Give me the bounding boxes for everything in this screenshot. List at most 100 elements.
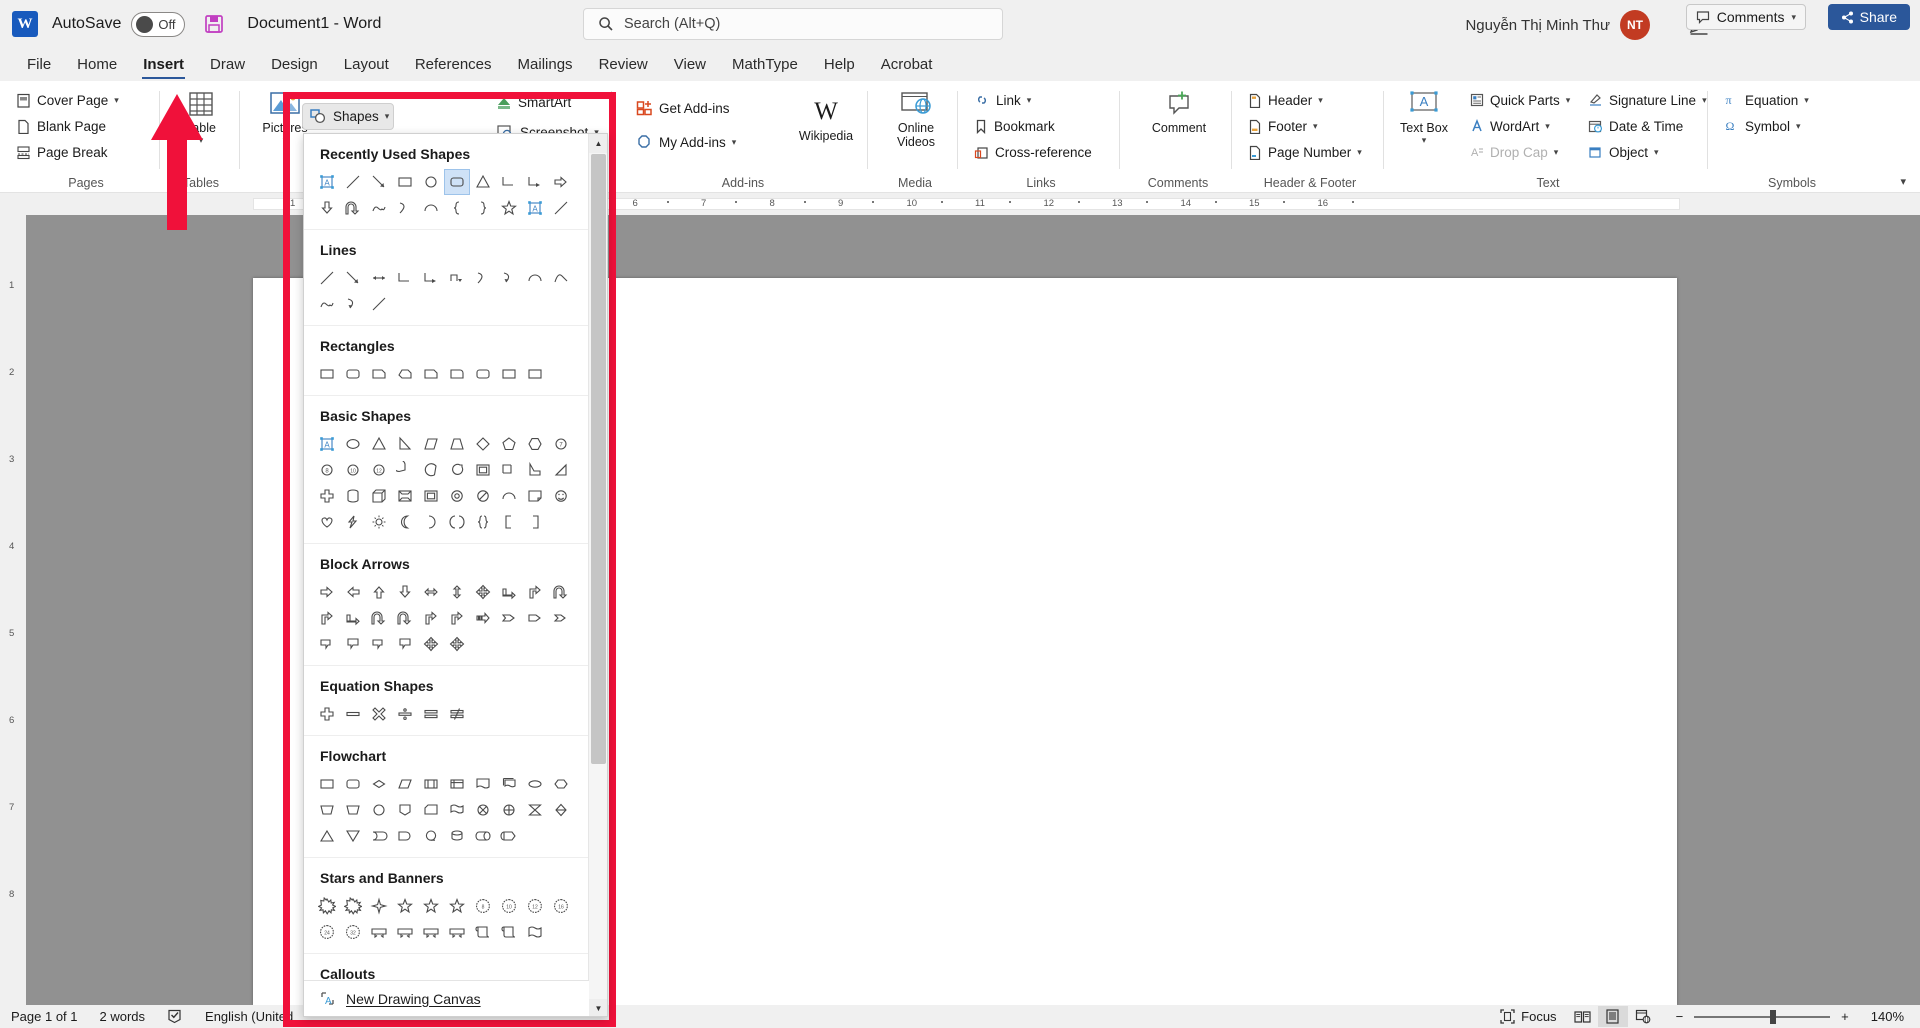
blank-page-button[interactable]: Blank Page bbox=[12, 113, 160, 139]
word-count[interactable]: 2 words bbox=[89, 1009, 157, 1024]
shape-item[interactable] bbox=[497, 484, 521, 508]
shape-item[interactable] bbox=[341, 362, 365, 386]
shape-item[interactable] bbox=[497, 920, 521, 944]
shape-item[interactable] bbox=[315, 606, 339, 630]
shape-item[interactable] bbox=[367, 798, 391, 822]
shape-item[interactable]: A bbox=[315, 432, 339, 456]
shape-item[interactable] bbox=[315, 824, 339, 848]
shape-item[interactable]: 10 bbox=[497, 894, 521, 918]
shape-item[interactable] bbox=[523, 798, 547, 822]
shape-item[interactable] bbox=[523, 772, 547, 796]
shape-item[interactable] bbox=[549, 1016, 573, 1017]
shape-item[interactable] bbox=[393, 266, 417, 290]
tab-view[interactable]: View bbox=[661, 52, 719, 81]
shape-item[interactable] bbox=[367, 196, 391, 220]
shape-item[interactable] bbox=[471, 432, 495, 456]
shape-item[interactable] bbox=[315, 266, 339, 290]
shape-item[interactable] bbox=[315, 510, 339, 534]
shape-item[interactable] bbox=[497, 510, 521, 534]
shape-item[interactable] bbox=[393, 632, 417, 656]
shape-item[interactable] bbox=[419, 170, 443, 194]
shape-item[interactable] bbox=[471, 196, 495, 220]
page-info[interactable]: Page 1 of 1 bbox=[0, 1009, 89, 1024]
shape-item[interactable] bbox=[393, 824, 417, 848]
shape-item[interactable] bbox=[393, 432, 417, 456]
shape-item[interactable] bbox=[471, 510, 495, 534]
shape-item[interactable] bbox=[341, 772, 365, 796]
shape-item[interactable] bbox=[471, 266, 495, 290]
online-videos-button[interactable]: Online Videos bbox=[884, 81, 948, 150]
shape-item[interactable] bbox=[523, 606, 547, 630]
comments-button[interactable]: Comments ▾ bbox=[1685, 4, 1806, 30]
tab-home[interactable]: Home bbox=[64, 52, 130, 81]
shape-item[interactable] bbox=[445, 484, 469, 508]
shape-item[interactable] bbox=[393, 580, 417, 604]
ribbon-collapse-button[interactable]: ▾ bbox=[1900, 175, 1906, 188]
shape-item[interactable] bbox=[315, 196, 339, 220]
shape-item[interactable] bbox=[497, 432, 521, 456]
shape-item[interactable] bbox=[341, 824, 365, 848]
tab-design[interactable]: Design bbox=[258, 52, 331, 81]
shape-item[interactable] bbox=[315, 772, 339, 796]
shape-item[interactable] bbox=[419, 920, 443, 944]
zoom-out-button[interactable]: − bbox=[1658, 1009, 1695, 1024]
shape-item[interactable] bbox=[341, 292, 365, 316]
cross-reference-button[interactable]: Cross-reference bbox=[970, 139, 1120, 165]
shape-item[interactable] bbox=[497, 824, 521, 848]
shape-item[interactable] bbox=[393, 920, 417, 944]
shape-item[interactable] bbox=[471, 484, 495, 508]
shape-item[interactable] bbox=[367, 432, 391, 456]
scroll-up-arrow-icon[interactable]: ▲ bbox=[589, 134, 607, 153]
shape-item[interactable] bbox=[497, 196, 521, 220]
shape-item[interactable] bbox=[341, 432, 365, 456]
bookmark-button[interactable]: Bookmark bbox=[970, 113, 1120, 139]
shape-item[interactable] bbox=[445, 702, 469, 726]
quick-parts-button[interactable]: Quick Parts ▾ bbox=[1466, 87, 1574, 113]
shape-item[interactable] bbox=[471, 772, 495, 796]
shape-item[interactable] bbox=[419, 702, 443, 726]
scrollbar-thumb[interactable] bbox=[591, 154, 606, 764]
shape-item[interactable] bbox=[471, 798, 495, 822]
shape-item[interactable] bbox=[341, 632, 365, 656]
shape-item[interactable] bbox=[367, 824, 391, 848]
shape-item[interactable] bbox=[523, 580, 547, 604]
shape-item[interactable] bbox=[367, 170, 391, 194]
scroll-down-arrow-icon[interactable]: ▼ bbox=[589, 999, 607, 1016]
shape-item[interactable] bbox=[549, 772, 573, 796]
shape-item[interactable] bbox=[393, 894, 417, 918]
shapes-gallery[interactable]: Recently Used Shapes A A Lines Rectangles Bas… bbox=[304, 134, 589, 1017]
shape-item[interactable] bbox=[393, 606, 417, 630]
zoom-level[interactable]: 140% bbox=[1860, 1009, 1920, 1024]
object-button[interactable]: Object ▾ bbox=[1584, 139, 1711, 165]
shape-item[interactable]: 10 bbox=[341, 458, 365, 482]
shape-item[interactable] bbox=[393, 170, 417, 194]
shape-item[interactable] bbox=[367, 894, 391, 918]
shape-item[interactable] bbox=[445, 824, 469, 848]
shape-item[interactable] bbox=[497, 606, 521, 630]
shape-item[interactable] bbox=[315, 1016, 339, 1017]
footer-button[interactable]: Footer ▾ bbox=[1244, 113, 1384, 139]
shape-item[interactable] bbox=[471, 580, 495, 604]
shape-item[interactable] bbox=[445, 772, 469, 796]
horizontal-ruler[interactable]: 12345678910111213141516 bbox=[0, 193, 1920, 215]
tab-draw[interactable]: Draw bbox=[197, 52, 258, 81]
shape-item[interactable] bbox=[445, 266, 469, 290]
new-drawing-canvas-button[interactable]: A New Drawing Canvas bbox=[304, 980, 589, 1016]
shape-item[interactable] bbox=[367, 772, 391, 796]
shape-item[interactable] bbox=[445, 362, 469, 386]
shape-item[interactable] bbox=[393, 458, 417, 482]
shape-item[interactable] bbox=[445, 510, 469, 534]
shape-item[interactable] bbox=[393, 798, 417, 822]
tab-acrobat[interactable]: Acrobat bbox=[868, 52, 946, 81]
save-icon[interactable] bbox=[203, 13, 225, 35]
tab-mathtype[interactable]: MathType bbox=[719, 52, 811, 81]
shape-item[interactable] bbox=[367, 580, 391, 604]
shape-item[interactable] bbox=[341, 196, 365, 220]
shape-item[interactable]: 16 bbox=[549, 894, 573, 918]
shape-item[interactable]: A bbox=[315, 170, 339, 194]
shape-item[interactable] bbox=[419, 196, 443, 220]
shape-item[interactable] bbox=[341, 510, 365, 534]
shape-item[interactable] bbox=[549, 458, 573, 482]
shape-item[interactable] bbox=[497, 798, 521, 822]
shape-item[interactable] bbox=[497, 772, 521, 796]
